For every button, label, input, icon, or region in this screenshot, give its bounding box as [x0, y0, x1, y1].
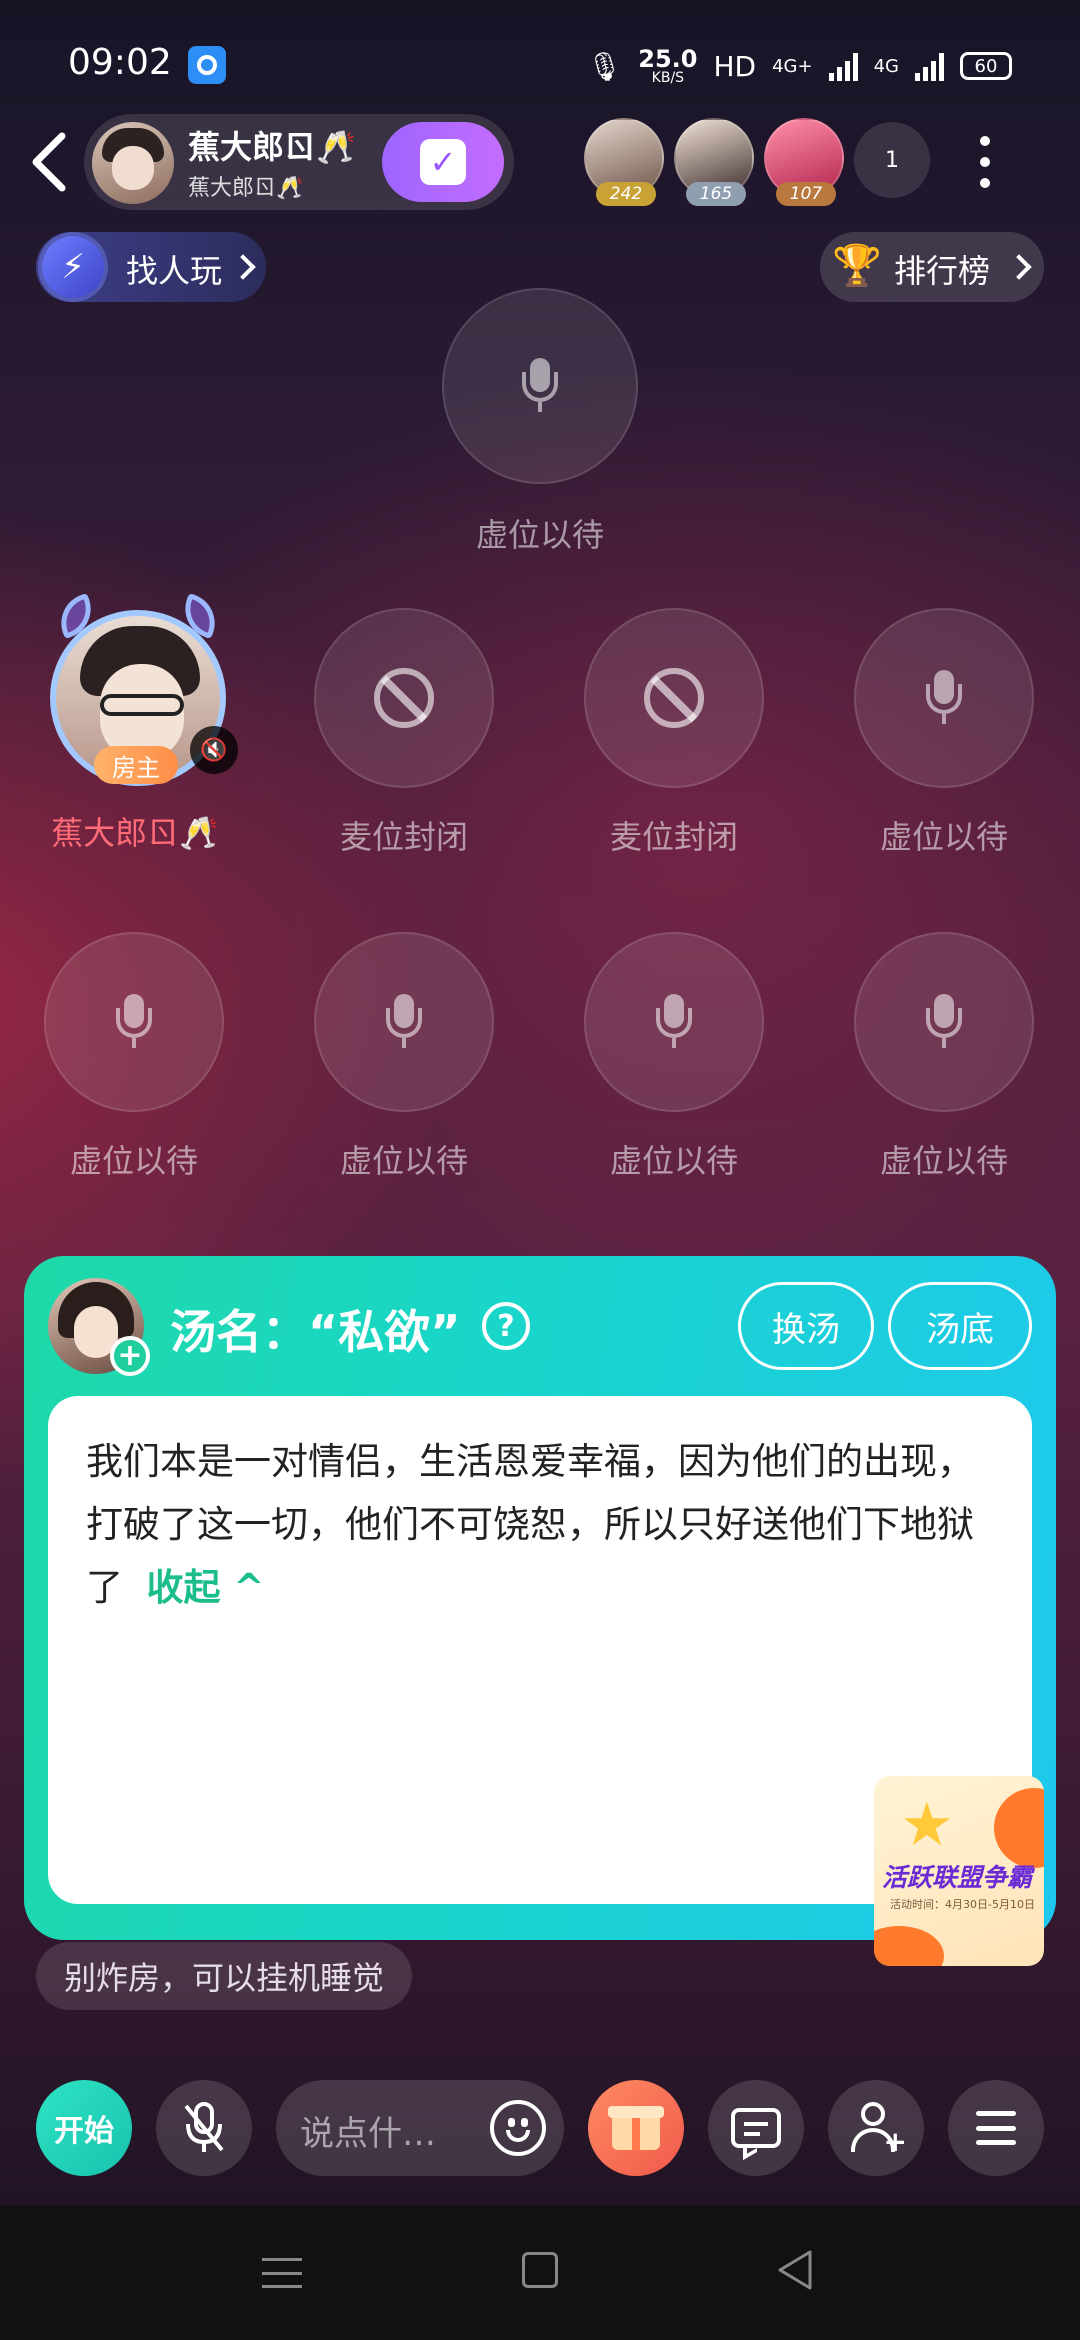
chat-bubble-icon [731, 2108, 781, 2148]
back-arrow-icon [32, 132, 66, 192]
soup-story: 我们本是一对情侣，生活恩爱幸福，因为他们的出现，打破了这一切，他们不可饶恕，所以… [86, 1430, 1006, 1619]
microphone-icon [654, 994, 694, 1050]
hd-indicator: HD [713, 49, 757, 83]
find-player-label: 找人玩 [126, 252, 223, 290]
signal-icon-2 [915, 51, 944, 81]
add-friend-button[interactable]: + [828, 2080, 924, 2176]
host-avatar[interactable] [92, 122, 174, 204]
closed-seat-icon [374, 668, 434, 728]
seat-label: 虚位以待 [609, 1142, 738, 1180]
battery-icon: 60 [960, 52, 1012, 80]
seat-label: 虚位以待 [339, 1142, 468, 1180]
gift-icon [608, 2106, 664, 2150]
seat-label: 虚位以待 [879, 1142, 1008, 1180]
gift-button[interactable] [588, 2080, 684, 2176]
mic-off-icon [184, 2102, 224, 2152]
seat-label: 虚位以待 [69, 1142, 198, 1180]
network-speed: 25.0 KB/S [638, 45, 698, 86]
system-back-icon[interactable] [774, 2248, 816, 2292]
audience-avatar-3[interactable]: 107 [764, 118, 848, 206]
audience-avatar-1[interactable]: 242 [584, 118, 668, 206]
chat-message: 别炸房，可以挂机睡觉 [36, 1942, 413, 2010]
audience-badge: 165 [686, 182, 746, 206]
hamburger-icon [976, 2111, 1016, 2145]
find-player-button[interactable]: ⚡ 找人玩 [36, 232, 266, 302]
mute-mic-button[interactable] [156, 2080, 252, 2176]
host-seat-avatar[interactable]: 房主 🔇 [38, 592, 238, 798]
trophy-icon: 🏆 [832, 243, 882, 289]
star-icon: ★ [900, 1790, 954, 1860]
network-type-1: 4G+ [772, 55, 813, 77]
microphone-icon [924, 670, 964, 726]
signal-icon [828, 51, 858, 81]
soup-title: 汤名：“私欲” [170, 1305, 461, 1359]
soup-story-card: 我们本是一对情侣，生活恩爱幸福，因为他们的出现，打破了这一切，他们不可饶恕，所以… [48, 1396, 1044, 1966]
mic-muted-icon: 🔇 [190, 726, 238, 774]
audience-badge: 107 [776, 182, 836, 206]
lightning-icon: ⚡ [42, 236, 104, 298]
seat-label: 麦位封闭 [609, 818, 738, 856]
system-nav-bar [0, 2206, 1080, 2340]
host-name: 蕉大郎ㄖ🥂 [188, 128, 356, 166]
home-icon[interactable] [522, 2252, 558, 2288]
network-type-2: 4G [873, 55, 899, 77]
check-icon: ✓ [420, 139, 466, 185]
status-bar: 09:02 🎙 25.0 KB/S HD 4G+ 4G 60 [0, 0, 1080, 130]
microphone-icon [520, 358, 560, 414]
microphone-icon [384, 994, 424, 1050]
host-badge: 房主 [94, 746, 178, 784]
change-soup-button[interactable]: 换汤 [738, 1282, 874, 1370]
host-seat-name: 蕉大郎ㄖ🥂 [51, 814, 219, 852]
ranking-button[interactable]: 🏆 排行榜 [820, 232, 1044, 302]
chat-input-placeholder: 说点什… [300, 2114, 436, 2154]
seat-label: 虚位以待 [879, 818, 1008, 856]
soup-answer-button[interactable]: 汤底 [888, 1282, 1032, 1370]
seat-label: 虚位以待 [475, 516, 604, 554]
status-time: 09:02 [68, 42, 172, 83]
audience-badge: 242 [596, 182, 656, 206]
recent-apps-icon[interactable] [262, 2258, 302, 2288]
seat-label: 麦位封闭 [339, 818, 468, 856]
app-notification-icon [188, 46, 226, 84]
emoji-icon[interactable] [490, 2100, 546, 2156]
event-title: 活跃联盟争霸 [882, 1863, 1033, 1892]
closed-seat-icon [644, 668, 704, 728]
add-user-icon: + [851, 2102, 907, 2156]
chevron-right-icon [1006, 254, 1032, 280]
microphone-icon [114, 994, 154, 1050]
status-indicators: 🎙 25.0 KB/S HD 4G+ 4G 60 [587, 44, 1012, 88]
more-options-button[interactable] [970, 130, 1000, 194]
event-banner[interactable]: ★ 活跃联盟争霸 活动时间：4月30日-5月10日 [874, 1776, 1044, 1966]
collapse-link[interactable]: 收起 ^ [147, 1566, 265, 1609]
host-subname: 蕉大郎ㄖ🥂 [188, 176, 304, 201]
ranking-label: 排行榜 [894, 252, 991, 290]
chat-input[interactable]: 说点什… [276, 2080, 564, 2176]
audience-count-button[interactable]: 1 [854, 122, 930, 198]
host-profile-capsule[interactable]: 蕉大郎ㄖ🥂 蕉大郎ㄖ🥂 ✓ [84, 114, 514, 210]
audience-avatar-2[interactable]: 165 [674, 118, 758, 206]
checkin-button[interactable]: ✓ [382, 122, 504, 202]
message-button[interactable] [708, 2080, 804, 2176]
menu-button[interactable] [948, 2080, 1044, 2176]
back-button[interactable] [28, 130, 72, 194]
help-icon[interactable]: ? [482, 1302, 530, 1350]
start-button[interactable]: 开始 [36, 2080, 132, 2176]
bottom-toolbar: 开始 说点什… + [0, 2074, 1080, 2184]
soup-panel: + 汤名：“私欲” ? 换汤 汤底 我们本是一对情侣，生活恩爱幸福，因为他们的出… [24, 1256, 1056, 1966]
follow-plus-icon[interactable]: + [110, 1336, 150, 1376]
microphone-status-icon: 🎙 [586, 49, 623, 83]
microphone-icon [924, 994, 964, 1050]
event-date: 活动时间：4月30日-5月10日 [890, 1898, 1035, 1911]
soup-owner-avatar[interactable]: + [48, 1278, 150, 1376]
chevron-right-icon [230, 254, 256, 280]
